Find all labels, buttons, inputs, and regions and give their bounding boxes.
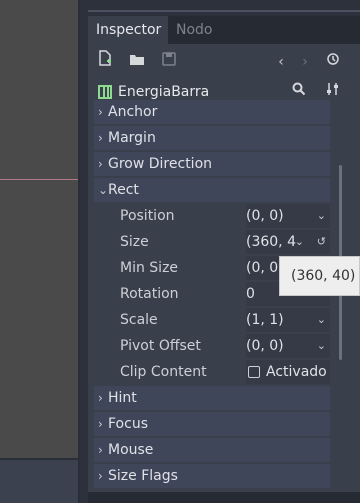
prop-scale: Scale (1, 1) ⌄	[94, 308, 330, 332]
chevron-right-icon: ›	[98, 417, 103, 431]
pivot-offset-value[interactable]: (0, 0) ⌄	[246, 334, 330, 358]
tab-nodo[interactable]: Nodo	[168, 16, 221, 44]
position-value[interactable]: (0, 0) ⌄	[246, 204, 330, 228]
size-tooltip: (360, 40)	[279, 256, 360, 296]
section-hint[interactable]: › Hint	[94, 386, 330, 410]
save-icon[interactable]	[158, 48, 180, 76]
history-forward-icon[interactable]: ›	[294, 48, 316, 76]
size-value[interactable]: (360, 4 ⌄ ↺	[246, 230, 330, 254]
section-size-flags[interactable]: › Size Flags	[94, 464, 330, 488]
texture-progress-icon	[98, 85, 112, 99]
chevron-down-icon[interactable]: ⌄	[317, 334, 326, 358]
chevron-down-icon[interactable]: ⌄	[317, 204, 326, 228]
section-grow-direction[interactable]: › Grow Direction	[94, 152, 330, 176]
section-mouse[interactable]: › Mouse	[94, 438, 330, 462]
viewport-guide-line	[0, 179, 78, 180]
chevron-down-icon[interactable]: ⌄	[295, 230, 304, 254]
chevron-right-icon: ›	[98, 105, 103, 119]
dock-bottom-border	[88, 492, 360, 503]
revert-icon[interactable]: ↺	[317, 230, 326, 254]
dock-top-divider	[88, 10, 360, 12]
prop-size: Size (360, 4 ⌄ ↺	[94, 230, 330, 254]
dock-tabs: Inspector Nodo	[88, 16, 360, 44]
section-anchor[interactable]: › Anchor	[94, 100, 330, 124]
prop-position: Position (0, 0) ⌄	[94, 204, 330, 228]
chevron-right-icon: ›	[98, 443, 103, 457]
inspector-toolbar: ‹ ›	[88, 48, 360, 76]
viewport-canvas[interactable]	[0, 0, 78, 460]
chevron-right-icon: ›	[98, 391, 103, 405]
section-rect[interactable]: ⌄ Rect	[94, 178, 330, 202]
new-resource-icon[interactable]	[94, 48, 116, 76]
chevron-down-icon[interactable]: ⌄	[317, 308, 326, 332]
bottom-panel	[0, 460, 78, 503]
prop-pivot-offset: Pivot Offset (0, 0) ⌄	[94, 334, 330, 358]
tab-inspector[interactable]: Inspector	[88, 16, 168, 44]
property-list: › Anchor › Margin › Grow Direction ⌄ Rec…	[94, 100, 330, 492]
chevron-right-icon: ›	[98, 469, 103, 483]
chevron-right-icon: ›	[98, 131, 103, 145]
history-back-icon[interactable]: ‹	[270, 48, 292, 76]
section-focus[interactable]: › Focus	[94, 412, 330, 436]
prop-clip-content: Clip Content Activado	[94, 360, 330, 384]
section-margin[interactable]: › Margin	[94, 126, 330, 150]
chevron-right-icon: ›	[98, 157, 103, 171]
chevron-down-icon: ⌄	[98, 183, 109, 197]
checkbox-icon[interactable]	[248, 366, 260, 378]
scale-value[interactable]: (1, 1) ⌄	[246, 308, 330, 332]
scrollbar-track[interactable]	[330, 100, 346, 492]
object-history-icon[interactable]	[322, 48, 344, 76]
viewport-splitter[interactable]	[0, 458, 80, 460]
clip-content-toggle[interactable]: Activado	[246, 360, 330, 384]
open-folder-icon[interactable]	[126, 48, 148, 76]
